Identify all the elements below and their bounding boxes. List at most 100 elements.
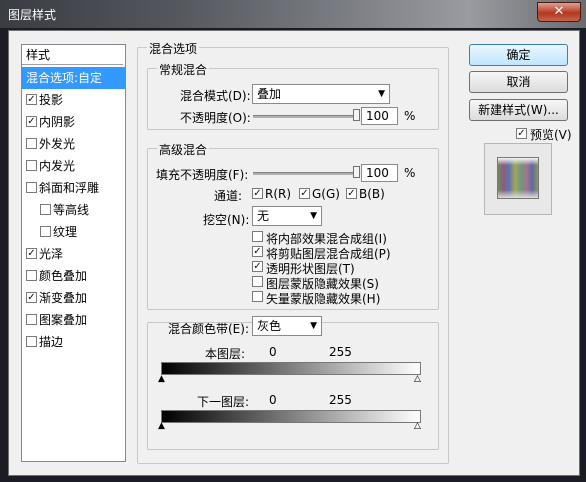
advanced-option-checkbox[interactable]: ✓ [252,261,263,272]
underlying-layer-white-handle[interactable]: △ [414,422,421,431]
channel-checkbox[interactable]: ✓ [346,188,357,199]
this-layer-min: 0 [269,345,277,359]
advanced-option-checkbox[interactable] [252,276,263,287]
style-checkbox[interactable] [26,314,37,325]
styles-list-item[interactable]: 外发光 [22,133,125,155]
blend-if-group [147,322,439,450]
this-layer-max: 255 [329,345,352,359]
chevron-down-icon: ▼ [310,321,317,331]
advanced-option-checkbox[interactable] [252,291,263,302]
opacity-label: 不透明度(O): [180,111,251,125]
blend-if-label: 混合颜色带(E): [168,322,249,336]
style-checkbox[interactable] [40,204,51,215]
style-label: 光泽 [39,247,64,261]
styles-list-item[interactable]: 图案叠加 [22,309,125,331]
style-label: 内阴影 [39,115,76,129]
fill-opacity-unit: % [404,166,416,180]
style-label: 颜色叠加 [39,269,88,283]
styles-list-item[interactable]: 纹理 [22,221,125,243]
style-label: 外发光 [39,137,76,151]
underlying-layer-max: 255 [329,393,352,407]
styles-list-item[interactable]: 内发光 [22,155,125,177]
fill-opacity-label: 填充不透明度(F): [156,168,249,182]
knockout-select[interactable]: 无 ▼ [252,206,322,226]
channels-label: 通道: [214,189,243,203]
this-layer-black-handle[interactable]: ▲ [158,375,165,384]
opacity-slider-handle[interactable] [353,109,360,121]
fill-opacity-slider-handle[interactable] [353,166,360,178]
fill-opacity-slider[interactable] [253,172,357,175]
style-checkbox[interactable] [26,138,37,149]
underlying-layer-black-handle[interactable]: ▲ [158,422,165,431]
underlying-layer-gradient[interactable] [161,410,421,423]
style-checkbox[interactable]: ✓ [26,248,37,259]
knockout-value: 无 [257,209,270,223]
title-bar[interactable]: 图层样式 ✕ [0,0,586,28]
chevron-down-icon: ▼ [378,89,385,99]
blend-mode-value: 叠加 [257,87,282,101]
styles-list-header[interactable]: 样式 [22,45,123,65]
preview-thumbnail-frame [484,143,552,215]
blend-if-select[interactable]: 灰色 ▼ [252,316,322,336]
style-label: 描边 [39,335,64,349]
this-layer-gradient[interactable] [161,362,421,375]
advanced-option-checkbox[interactable]: ✓ [252,246,263,257]
opacity-input[interactable]: 100 [361,107,398,125]
blend-if-value: 灰色 [257,319,282,333]
style-label: 图案叠加 [39,313,88,327]
general-blending-title: 常规混合 [157,61,210,78]
styles-list-item[interactable]: 等高线 [22,199,125,221]
preview-checkbox[interactable]: ✓ [516,128,527,139]
style-checkbox[interactable] [40,226,51,237]
style-checkbox[interactable] [26,182,37,193]
style-label: 斜面和浮雕 [39,181,100,195]
styles-list-item[interactable]: 颜色叠加 [22,265,125,287]
style-label: 内发光 [39,159,76,173]
channel-label: B(B) [359,187,385,201]
style-checkbox[interactable]: ✓ [26,116,37,127]
new-style-button[interactable]: 新建样式(W)... [469,99,568,121]
close-button[interactable]: ✕ [537,2,581,22]
blend-mode-select[interactable]: 叠加 ▼ [252,84,390,104]
ok-button[interactable]: 确定 [469,44,568,66]
styles-list-item[interactable]: ✓ 光泽 [22,243,125,265]
opacity-unit: % [404,109,416,123]
style-label: 混合选项:自定 [26,71,103,85]
channel-label: R(R) [265,187,292,201]
style-label: 投影 [39,93,64,107]
styles-list-item[interactable]: ✓ 投影 [22,89,125,111]
cancel-button[interactable]: 取消 [469,71,568,93]
knockout-label: 挖空(N): [203,213,250,227]
styles-list: 样式 混合选项:自定 ✓ 投影 ✓ 内阴影 外发光 内发光 斜面和浮雕 等高线 纹理 ✓ 光泽 颜色叠加… [21,44,126,462]
this-layer-label: 本图层: [205,347,246,361]
style-label: 等高线 [53,203,90,217]
advanced-blending-title: 高级混合 [157,141,210,158]
style-label: 纹理 [53,225,78,239]
styles-list-item[interactable]: 混合选项:自定 [22,67,125,89]
this-layer-white-handle[interactable]: △ [414,375,421,384]
channel-checkbox[interactable]: ✓ [252,188,263,199]
chevron-down-icon: ▼ [310,211,317,221]
window-title: 图层样式 [8,8,57,22]
blend-options-title: 混合选项 [147,40,200,57]
styles-list-item[interactable]: 描边 [22,331,125,353]
opacity-slider[interactable] [253,115,357,118]
channel-label: G(G) [312,187,340,201]
style-label: 渐变叠加 [39,291,88,305]
advanced-option-checkbox[interactable] [252,231,263,242]
style-checkbox[interactable] [26,336,37,347]
preview-thumbnail [497,157,539,199]
underlying-layer-label: 下一图层: [197,395,250,409]
underlying-layer-min: 0 [269,393,277,407]
channel-checkbox[interactable]: ✓ [299,188,310,199]
style-checkbox[interactable] [26,160,37,171]
fill-opacity-input[interactable]: 100 [361,164,398,182]
preview-label[interactable]: 预览(V) [530,126,572,143]
styles-list-item[interactable]: ✓ 内阴影 [22,111,125,133]
styles-list-item[interactable]: 斜面和浮雕 [22,177,125,199]
style-checkbox[interactable]: ✓ [26,94,37,105]
style-checkbox[interactable] [26,270,37,281]
styles-list-item[interactable]: ✓ 渐变叠加 [22,287,125,309]
style-checkbox[interactable]: ✓ [26,292,37,303]
close-icon: ✕ [553,4,565,19]
